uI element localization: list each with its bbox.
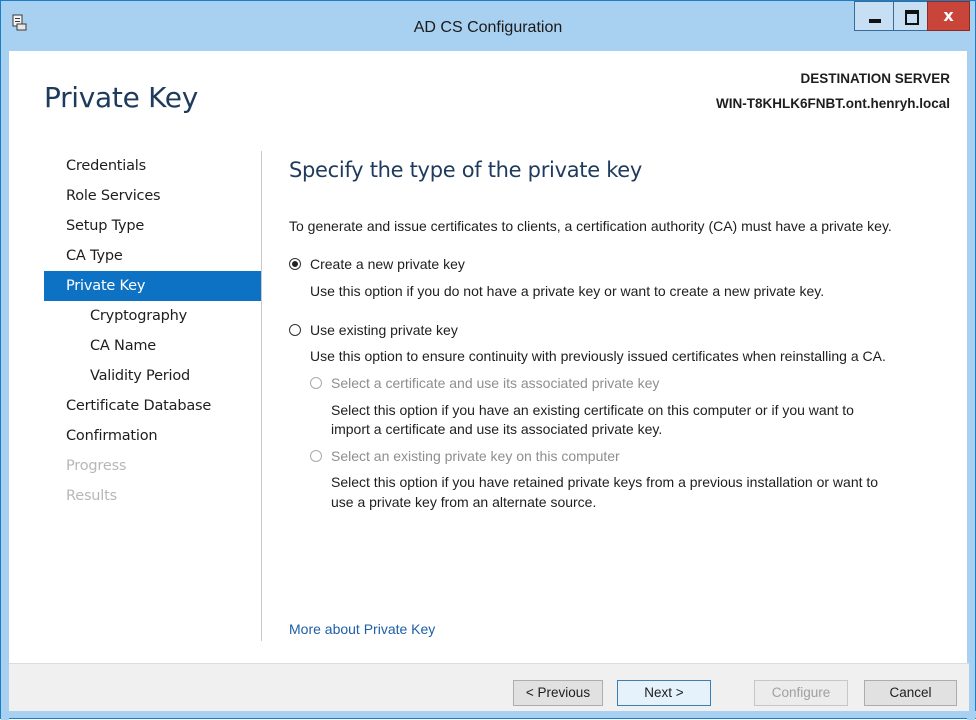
nav-item-ca-type[interactable]: CA Type xyxy=(44,241,261,271)
nav-item-role-services[interactable]: Role Services xyxy=(44,181,261,211)
configure-button: Configure xyxy=(754,680,848,706)
nav-item-private-key[interactable]: Private Key xyxy=(44,271,261,301)
maximize-icon xyxy=(905,10,919,25)
previous-button[interactable]: < Previous xyxy=(513,680,603,706)
window-frame-bottom xyxy=(1,711,976,718)
select-certificate-label: Select a certificate and use its associa… xyxy=(331,375,660,391)
nav-item-certificate-database[interactable]: Certificate Database xyxy=(44,391,261,421)
next-button[interactable]: Next > xyxy=(617,680,711,706)
create-new-key-label[interactable]: Create a new private key xyxy=(310,256,465,272)
nav-item-credentials[interactable]: Credentials xyxy=(44,151,261,181)
cancel-button[interactable]: Cancel xyxy=(864,680,957,706)
nav-item-setup-type[interactable]: Setup Type xyxy=(44,211,261,241)
option-create-new-key[interactable]: Create a new private key xyxy=(289,256,465,272)
option-select-certificate: Select a certificate and use its associa… xyxy=(310,375,659,391)
select-certificate-description-line1: Select this option if you have an existi… xyxy=(331,402,854,418)
close-button[interactable]: x xyxy=(927,1,970,31)
maximize-button[interactable] xyxy=(893,1,928,31)
minimize-icon xyxy=(869,19,881,23)
select-existing-key-radio xyxy=(310,450,322,462)
create-new-key-description: Use this option if you do not have a pri… xyxy=(310,283,825,299)
nav-item-confirmation[interactable]: Confirmation xyxy=(44,421,261,451)
select-certificate-radio xyxy=(310,377,322,389)
minimize-button[interactable] xyxy=(854,1,894,31)
more-about-private-key-link[interactable]: More about Private Key xyxy=(289,621,435,637)
window-frame-right xyxy=(967,51,975,720)
main-content: Specify the type of the private key To g… xyxy=(289,151,959,510)
nav-item-progress: Progress xyxy=(66,458,127,474)
option-select-existing-key: Select an existing private key on this c… xyxy=(310,448,620,464)
use-existing-key-description: Use this option to ensure continuity wit… xyxy=(310,348,886,364)
option-use-existing-key[interactable]: Use existing private key xyxy=(289,322,458,338)
close-icon: x xyxy=(943,6,954,25)
nav-item-results: Results xyxy=(66,488,117,504)
wizard-nav: Credentials Role Services Setup Type CA … xyxy=(44,151,261,511)
ad-cs-configuration-window: AD CS Configuration x Private Key DESTIN… xyxy=(0,0,976,720)
section-title: Specify the type of the private key xyxy=(289,158,643,182)
destination-server-label: DESTINATION SERVER xyxy=(800,71,950,86)
select-existing-key-label: Select an existing private key on this c… xyxy=(331,448,620,464)
select-certificate-description-line2: import a certificate and use its associa… xyxy=(331,421,663,437)
use-existing-key-radio[interactable] xyxy=(289,324,301,336)
intro-text: To generate and issue certificates to cl… xyxy=(289,218,892,234)
nav-item-ca-name[interactable]: CA Name xyxy=(44,331,261,361)
select-existing-key-description-line2: use a private key from an alternate sour… xyxy=(331,494,597,510)
create-new-key-radio[interactable] xyxy=(289,258,301,270)
nav-divider xyxy=(261,151,262,641)
wizard-footer: < Previous Next > Configure Cancel xyxy=(9,663,969,714)
title-bar[interactable]: AD CS Configuration x xyxy=(1,1,975,51)
select-existing-key-description-line1: Select this option if you have retained … xyxy=(331,474,879,490)
page-title: Private Key xyxy=(44,81,198,114)
window-title: AD CS Configuration xyxy=(413,19,563,36)
destination-server-name: WIN-T8KHLK6FNBT.ont.henryh.local xyxy=(715,96,950,111)
use-existing-key-label[interactable]: Use existing private key xyxy=(310,322,458,338)
nav-item-cryptography[interactable]: Cryptography xyxy=(44,301,261,331)
window-frame-left xyxy=(1,51,9,720)
nav-item-validity-period[interactable]: Validity Period xyxy=(44,361,261,391)
